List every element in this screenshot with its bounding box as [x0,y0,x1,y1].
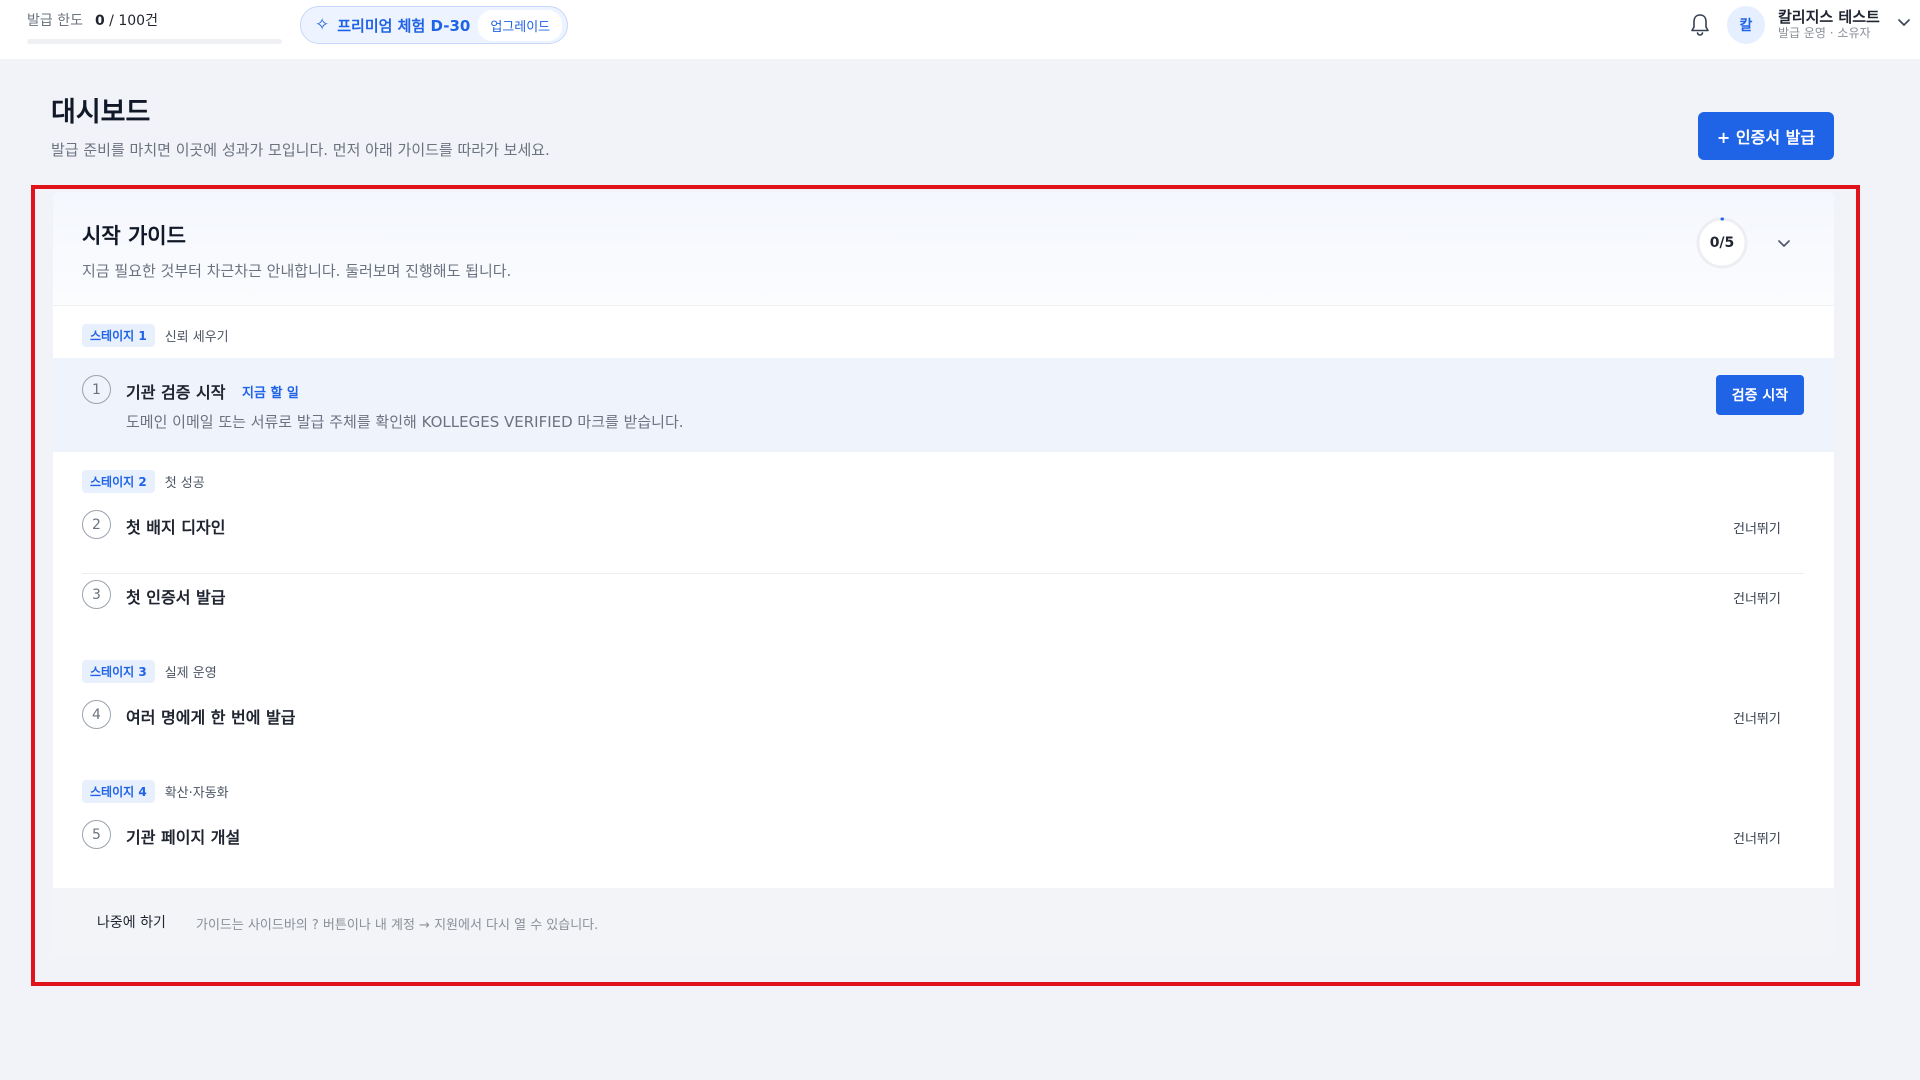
quota-progress-bar [27,39,282,44]
quota-total: / 100건 [104,13,158,29]
quota-used: 0 [94,13,105,29]
top-bar: 발급 한도 0 / 100건 ✧ 프리미엄 체험 D-30 업그레이드 칼 칼리… [0,0,1920,59]
user-role: 발급 운영 · 소유자 [1778,26,1871,40]
trial-label: 프리미엄 체험 D-30 [337,16,471,35]
premium-trial-pill[interactable]: ✧ 프리미엄 체험 D-30 업그레이드 [300,6,569,44]
page-subtitle: 발급 준비를 마치면 이곳에 성과가 모입니다. 먼저 아래 가이드를 따라가 … [51,141,550,159]
page-title: 대시보드 [51,97,151,128]
upgrade-button[interactable]: 업그레이드 [478,9,563,41]
sparkle-icon: ✧ [315,15,330,35]
quota-label: 발급 한도 [27,13,83,29]
avatar[interactable]: 칼 [1727,6,1765,44]
user-menu[interactable]: 칼리지스 테스트 발급 운영 · 소유자 [1778,8,1880,41]
issue-certificate-button[interactable]: + 인증서 발급 [1698,112,1834,160]
highlight-frame [31,185,1860,986]
quota-value: 0 / 100건 [95,10,158,30]
user-name: 칼리지스 테스트 [1778,8,1880,26]
issue-quota: 발급 한도 0 / 100건 [27,10,282,44]
chevron-down-icon[interactable] [1896,14,1912,30]
bell-icon[interactable] [1688,12,1712,38]
